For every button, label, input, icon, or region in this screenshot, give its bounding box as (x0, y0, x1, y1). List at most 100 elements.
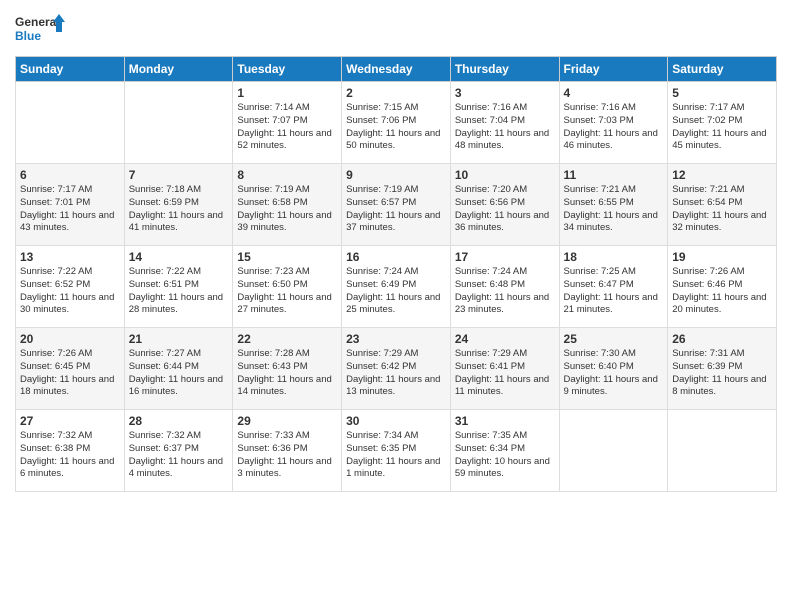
day-number: 29 (237, 414, 337, 428)
cell-week4-day5: 25 Sunrise: 7:30 AM Sunset: 6:40 PM Dayli… (559, 328, 668, 410)
day-number: 27 (20, 414, 120, 428)
cell-week5-day4: 31 Sunrise: 7:35 AM Sunset: 6:34 PM Dayli… (450, 410, 559, 492)
day-number: 16 (346, 250, 446, 264)
cell-week2-day1: 7 Sunrise: 7:18 AM Sunset: 6:59 PM Daylig… (124, 164, 233, 246)
cell-week4-day6: 26 Sunrise: 7:31 AM Sunset: 6:39 PM Dayli… (668, 328, 777, 410)
day-number: 12 (672, 168, 772, 182)
day-number: 20 (20, 332, 120, 346)
day-info: Sunrise: 7:20 AM Sunset: 6:56 PM Dayligh… (455, 184, 555, 235)
calendar-table: SundayMondayTuesdayWednesdayThursdayFrid… (15, 56, 777, 492)
day-number: 23 (346, 332, 446, 346)
day-info: Sunrise: 7:30 AM Sunset: 6:40 PM Dayligh… (564, 348, 664, 399)
day-number: 30 (346, 414, 446, 428)
day-info: Sunrise: 7:17 AM Sunset: 7:02 PM Dayligh… (672, 102, 772, 153)
page: General Blue SundayMondayTuesdayWednesda… (0, 0, 792, 612)
cell-week5-day1: 28 Sunrise: 7:32 AM Sunset: 6:37 PM Dayli… (124, 410, 233, 492)
day-number: 13 (20, 250, 120, 264)
day-info: Sunrise: 7:23 AM Sunset: 6:50 PM Dayligh… (237, 266, 337, 317)
header-tuesday: Tuesday (233, 57, 342, 82)
day-number: 7 (129, 168, 229, 182)
cell-week1-day4: 3 Sunrise: 7:16 AM Sunset: 7:04 PM Daylig… (450, 82, 559, 164)
day-number: 18 (564, 250, 664, 264)
header-sunday: Sunday (16, 57, 125, 82)
day-info: Sunrise: 7:15 AM Sunset: 7:06 PM Dayligh… (346, 102, 446, 153)
cell-week1-day5: 4Sunrise: 7:16 AM Sunset: 7:03 PM Daylig… (559, 82, 668, 164)
day-info: Sunrise: 7:18 AM Sunset: 6:59 PM Dayligh… (129, 184, 229, 235)
day-info: Sunrise: 7:25 AM Sunset: 6:47 PM Dayligh… (564, 266, 664, 317)
cell-week4-day2: 22 Sunrise: 7:28 AM Sunset: 6:43 PM Dayli… (233, 328, 342, 410)
cell-week1-day6: 5 Sunrise: 7:17 AM Sunset: 7:02 PM Daylig… (668, 82, 777, 164)
day-number: 2 (346, 86, 446, 100)
day-info: Sunrise: 7:33 AM Sunset: 6:36 PM Dayligh… (237, 430, 337, 481)
header-monday: Monday (124, 57, 233, 82)
cell-week3-day0: 13 Sunrise: 7:22 AM Sunset: 6:52 PM Dayli… (16, 246, 125, 328)
day-info: Sunrise: 7:24 AM Sunset: 6:48 PM Dayligh… (455, 266, 555, 317)
header-saturday: Saturday (668, 57, 777, 82)
day-info: Sunrise: 7:35 AM Sunset: 6:34 PM Dayligh… (455, 430, 555, 481)
day-number: 1 (237, 86, 337, 100)
day-number: 19 (672, 250, 772, 264)
day-info: Sunrise: 7:26 AM Sunset: 6:46 PM Dayligh… (672, 266, 772, 317)
svg-text:Blue: Blue (15, 29, 41, 43)
cell-week5-day0: 27 Sunrise: 7:32 AM Sunset: 6:38 PM Dayli… (16, 410, 125, 492)
day-number: 10 (455, 168, 555, 182)
day-info: Sunrise: 7:22 AM Sunset: 6:52 PM Dayligh… (20, 266, 120, 317)
day-number: 31 (455, 414, 555, 428)
day-number: 5 (672, 86, 772, 100)
day-number: 17 (455, 250, 555, 264)
cell-week3-day1: 14Sunrise: 7:22 AM Sunset: 6:51 PM Dayli… (124, 246, 233, 328)
day-number: 8 (237, 168, 337, 182)
day-number: 25 (564, 332, 664, 346)
cell-week4-day4: 24Sunrise: 7:29 AM Sunset: 6:41 PM Dayli… (450, 328, 559, 410)
cell-week2-day6: 12 Sunrise: 7:21 AM Sunset: 6:54 PM Dayli… (668, 164, 777, 246)
day-info: Sunrise: 7:19 AM Sunset: 6:58 PM Dayligh… (237, 184, 337, 235)
cell-week1-day2: 1Sunrise: 7:14 AM Sunset: 7:07 PM Daylig… (233, 82, 342, 164)
day-info: Sunrise: 7:19 AM Sunset: 6:57 PM Dayligh… (346, 184, 446, 235)
header: General Blue (15, 10, 777, 48)
header-wednesday: Wednesday (342, 57, 451, 82)
day-number: 4 (564, 86, 664, 100)
cell-week4-day3: 23 Sunrise: 7:29 AM Sunset: 6:42 PM Dayli… (342, 328, 451, 410)
cell-week5-day5 (559, 410, 668, 492)
day-number: 24 (455, 332, 555, 346)
day-number: 11 (564, 168, 664, 182)
logo-svg: General Blue (15, 10, 65, 48)
day-info: Sunrise: 7:24 AM Sunset: 6:49 PM Dayligh… (346, 266, 446, 317)
day-info: Sunrise: 7:22 AM Sunset: 6:51 PM Dayligh… (129, 266, 229, 317)
day-number: 26 (672, 332, 772, 346)
cell-week5-day3: 30 Sunrise: 7:34 AM Sunset: 6:35 PM Dayli… (342, 410, 451, 492)
cell-week4-day1: 21Sunrise: 7:27 AM Sunset: 6:44 PM Dayli… (124, 328, 233, 410)
day-number: 6 (20, 168, 120, 182)
cell-week2-day5: 11 Sunrise: 7:21 AM Sunset: 6:55 PM Dayli… (559, 164, 668, 246)
day-info: Sunrise: 7:21 AM Sunset: 6:54 PM Dayligh… (672, 184, 772, 235)
day-number: 28 (129, 414, 229, 428)
cell-week3-day6: 19 Sunrise: 7:26 AM Sunset: 6:46 PM Dayli… (668, 246, 777, 328)
day-info: Sunrise: 7:26 AM Sunset: 6:45 PM Dayligh… (20, 348, 120, 399)
day-info: Sunrise: 7:32 AM Sunset: 6:37 PM Dayligh… (129, 430, 229, 481)
cell-week5-day6 (668, 410, 777, 492)
day-number: 3 (455, 86, 555, 100)
cell-week2-day3: 9Sunrise: 7:19 AM Sunset: 6:57 PM Daylig… (342, 164, 451, 246)
cell-week1-day3: 2 Sunrise: 7:15 AM Sunset: 7:06 PM Daylig… (342, 82, 451, 164)
day-info: Sunrise: 7:34 AM Sunset: 6:35 PM Dayligh… (346, 430, 446, 481)
cell-week2-day0: 6 Sunrise: 7:17 AM Sunset: 7:01 PM Daylig… (16, 164, 125, 246)
day-info: Sunrise: 7:21 AM Sunset: 6:55 PM Dayligh… (564, 184, 664, 235)
header-friday: Friday (559, 57, 668, 82)
cell-week5-day2: 29 Sunrise: 7:33 AM Sunset: 6:36 PM Dayli… (233, 410, 342, 492)
day-info: Sunrise: 7:28 AM Sunset: 6:43 PM Dayligh… (237, 348, 337, 399)
cell-week3-day5: 18 Sunrise: 7:25 AM Sunset: 6:47 PM Dayli… (559, 246, 668, 328)
day-info: Sunrise: 7:31 AM Sunset: 6:39 PM Dayligh… (672, 348, 772, 399)
day-info: Sunrise: 7:29 AM Sunset: 6:42 PM Dayligh… (346, 348, 446, 399)
week-row-2: 6 Sunrise: 7:17 AM Sunset: 7:01 PM Daylig… (16, 164, 777, 246)
day-number: 22 (237, 332, 337, 346)
day-info: Sunrise: 7:17 AM Sunset: 7:01 PM Dayligh… (20, 184, 120, 235)
week-row-1: 1Sunrise: 7:14 AM Sunset: 7:07 PM Daylig… (16, 82, 777, 164)
cell-week3-day3: 16 Sunrise: 7:24 AM Sunset: 6:49 PM Dayli… (342, 246, 451, 328)
day-info: Sunrise: 7:32 AM Sunset: 6:38 PM Dayligh… (20, 430, 120, 481)
cell-week3-day2: 15Sunrise: 7:23 AM Sunset: 6:50 PM Dayli… (233, 246, 342, 328)
week-row-5: 27 Sunrise: 7:32 AM Sunset: 6:38 PM Dayli… (16, 410, 777, 492)
day-info: Sunrise: 7:16 AM Sunset: 7:04 PM Dayligh… (455, 102, 555, 153)
cell-week1-day1 (124, 82, 233, 164)
svg-text:General: General (15, 15, 60, 29)
cell-week1-day0 (16, 82, 125, 164)
